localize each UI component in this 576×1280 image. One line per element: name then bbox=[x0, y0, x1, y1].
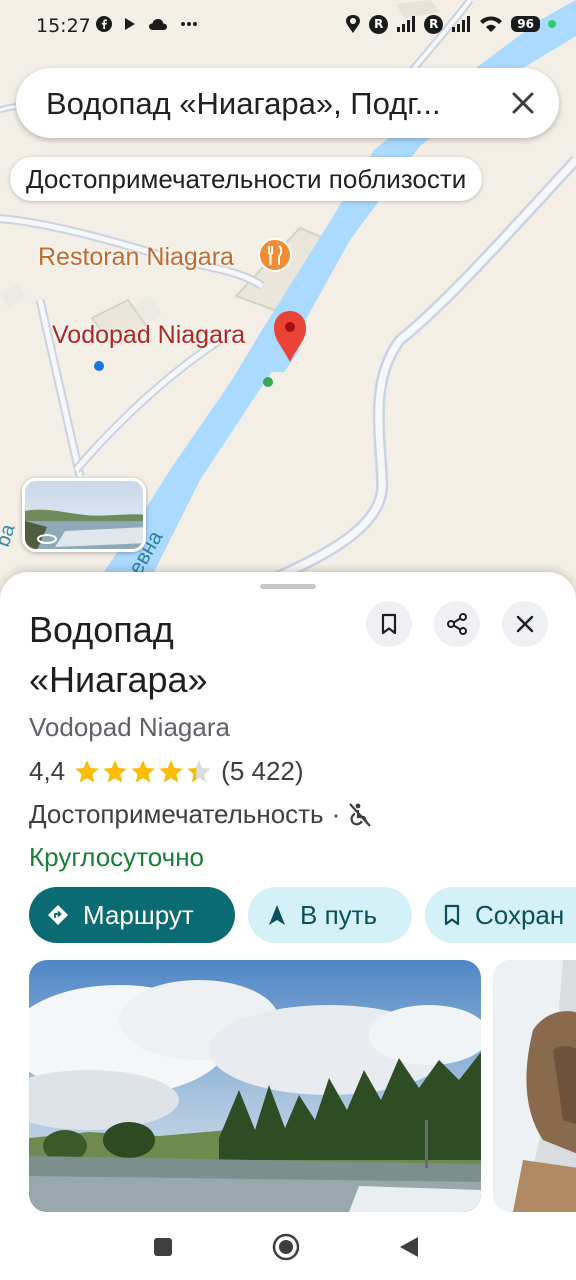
privacy-indicator-icon bbox=[548, 20, 556, 28]
directions-label: Маршрут bbox=[83, 899, 194, 930]
signal-icon-2 bbox=[452, 16, 471, 32]
star-icon bbox=[75, 759, 99, 782]
nearby-attractions-chip[interactable]: Достопримечательности поблизости bbox=[10, 157, 483, 201]
restaurant-label[interactable]: Restoran Niagara bbox=[38, 243, 234, 272]
play-icon bbox=[125, 18, 135, 30]
place-subtitle: Vodopad Niagara bbox=[29, 712, 230, 742]
recents-button[interactable] bbox=[148, 1232, 178, 1262]
street-view-thumbnail[interactable] bbox=[22, 478, 146, 552]
close-sheet-button[interactable] bbox=[502, 601, 548, 647]
navigation-arrow-icon bbox=[269, 905, 285, 925]
cloud-icon bbox=[149, 19, 167, 30]
place-photo-2[interactable] bbox=[493, 960, 576, 1212]
drag-handle[interactable] bbox=[260, 584, 316, 589]
share-button[interactable] bbox=[434, 601, 480, 647]
map-view[interactable]: ba евна Restoran Niagara Vodopad Niagara… bbox=[0, 0, 576, 600]
home-button[interactable] bbox=[271, 1232, 301, 1262]
save-button[interactable]: Сохран bbox=[425, 887, 576, 943]
opening-hours[interactable]: Круглосуточно bbox=[29, 842, 204, 873]
status-bar: 15:27 R R 96 bbox=[0, 0, 576, 52]
place-title: Водопад «Ниагара» bbox=[29, 605, 339, 705]
home-icon bbox=[272, 1233, 300, 1261]
back-button[interactable] bbox=[394, 1232, 424, 1262]
rating-stars bbox=[73, 758, 213, 786]
search-input[interactable]: Водопад «Ниагара», Подг... bbox=[46, 86, 498, 122]
clear-search-icon[interactable] bbox=[505, 85, 541, 121]
place-details-sheet[interactable]: Водопад «Ниагара» Vodopad Niagara 4,4 (5… bbox=[0, 572, 576, 1280]
star-icon bbox=[159, 759, 183, 782]
bookmark-icon bbox=[444, 904, 460, 926]
directions-button[interactable]: Маршрут bbox=[29, 887, 235, 943]
review-count[interactable]: (5 422) bbox=[221, 756, 303, 787]
star-icon bbox=[103, 759, 127, 782]
star-icon bbox=[187, 759, 211, 782]
close-icon bbox=[516, 615, 534, 633]
start-navigation-label: В путь bbox=[300, 899, 378, 930]
place-title-line1: Водопад bbox=[29, 609, 174, 650]
roaming-icon-2: R bbox=[424, 14, 444, 34]
status-time: 15:27 bbox=[36, 15, 91, 37]
category-separator: · bbox=[331, 799, 341, 829]
facebook-icon bbox=[96, 16, 112, 32]
save-label: Сохран bbox=[475, 899, 565, 930]
no-wheelchair-icon bbox=[349, 802, 372, 827]
signal-icon bbox=[397, 16, 416, 32]
place-title-line2: «Ниагара» bbox=[29, 659, 208, 700]
place-category: Достопримечательность bbox=[29, 799, 324, 829]
place-map-label[interactable]: Vodopad Niagara bbox=[52, 321, 245, 350]
rating-value: 4,4 bbox=[29, 756, 66, 786]
place-photo[interactable] bbox=[29, 960, 481, 1212]
location-icon bbox=[346, 15, 361, 33]
search-bar[interactable]: Водопад «Ниагара», Подг... bbox=[16, 68, 559, 138]
more-dots-icon bbox=[181, 22, 197, 26]
roaming-icon: R bbox=[369, 14, 389, 34]
restaurant-marker-icon[interactable] bbox=[258, 238, 292, 272]
star-icon bbox=[131, 759, 155, 782]
battery-icon: 96 bbox=[511, 16, 540, 32]
category-row: Достопримечательность · bbox=[29, 799, 372, 830]
system-navigation-bar bbox=[0, 1212, 576, 1280]
bookmark-icon bbox=[381, 613, 397, 635]
directions-icon bbox=[48, 905, 68, 925]
start-navigation-button[interactable]: В путь bbox=[248, 887, 412, 943]
recents-icon bbox=[154, 1238, 172, 1256]
road-label: ba bbox=[0, 521, 20, 550]
bookmark-button[interactable] bbox=[366, 601, 412, 647]
wifi-icon bbox=[480, 16, 503, 32]
share-icon bbox=[447, 613, 467, 635]
back-icon bbox=[400, 1237, 418, 1257]
rating-row[interactable]: 4,4 (5 422) bbox=[29, 756, 304, 787]
